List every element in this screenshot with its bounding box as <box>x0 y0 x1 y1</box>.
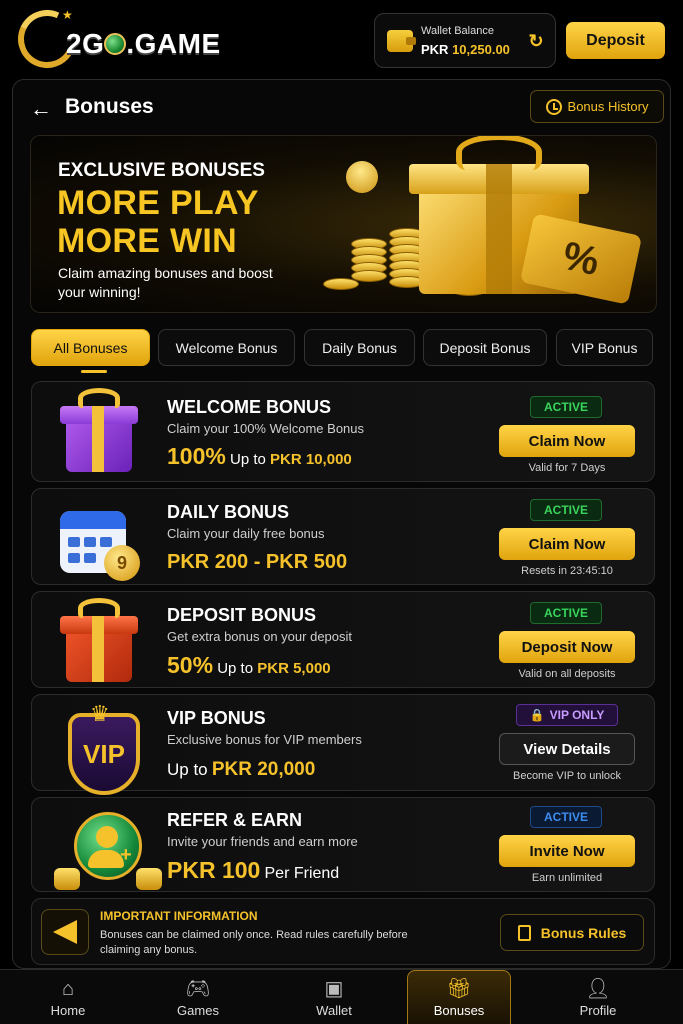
nav-profile[interactable]: 👤︎ Profile <box>548 970 648 1024</box>
megaphone-icon <box>41 909 89 955</box>
card-description: Exclusive bonus for VIP members <box>167 732 362 747</box>
ball-icon <box>104 33 127 55</box>
bonus-tabs: All Bonuses Welcome Bonus Daily Bonus De… <box>31 329 656 366</box>
nav-home[interactable]: ⌂ Home <box>18 970 118 1024</box>
back-arrow-icon[interactable]: ← <box>30 96 52 122</box>
nav-bonuses[interactable]: 🎁︎ Bonuses <box>407 970 511 1024</box>
coin-icon: 9 <box>104 545 140 581</box>
wallet-icon <box>387 30 416 52</box>
vip-shield-icon: VIP ♛ <box>52 701 142 795</box>
status-badge: ACTIVE <box>530 806 602 828</box>
gift-bow-icon <box>456 136 542 170</box>
home-icon: ⌂ <box>61 977 75 1000</box>
important-info-box: IMPORTANT INFORMATION Bonuses can be cla… <box>31 898 655 965</box>
claim-now-button[interactable]: Claim Now <box>499 528 635 560</box>
nav-wallet[interactable]: ▣ Wallet <box>284 970 384 1024</box>
card-title: DAILY BONUS <box>167 502 290 522</box>
info-title: IMPORTANT INFORMATION <box>100 909 258 923</box>
vip-only-badge: 🔒 VIP ONLY <box>516 704 618 726</box>
invite-now-button[interactable]: Invite Now <box>499 835 635 867</box>
document-icon <box>517 924 531 941</box>
logo-text: 2G .GAME <box>66 28 221 59</box>
gift-ribbon <box>486 164 512 294</box>
bonus-rules-button[interactable]: Bonus Rules <box>500 914 644 951</box>
banner-headline: MORE PLAY MORE WIN <box>57 184 259 260</box>
view-details-button[interactable]: View Details <box>499 733 635 765</box>
card-amount: 50% Up to PKR 5,000 <box>167 652 331 678</box>
card-amount: PKR 100 Per Friend <box>167 857 340 883</box>
card-title: VIP BONUS <box>167 708 266 728</box>
purple-gift-icon <box>52 388 142 476</box>
crown-icon: ♛ <box>90 701 110 726</box>
card-title: REFER & EARN <box>167 810 303 830</box>
card-description: Claim your 100% Welcome Bonus <box>167 421 365 436</box>
daily-bonus-card: 9 DAILY BONUS Claim your daily free bonu… <box>31 488 655 585</box>
tab-deposit-bonus[interactable]: Deposit Bonus <box>423 329 547 366</box>
card-note: Become VIP to unlock <box>512 770 622 782</box>
promo-banner: EXCLUSIVE BONUSES MORE PLAY MORE WIN Cla… <box>30 135 657 313</box>
info-text: Bonuses can be claimed only once. Read r… <box>100 929 408 956</box>
status-badge: ACTIVE <box>530 499 602 521</box>
logo[interactable]: ★ 2G .GAME <box>9 1 238 77</box>
claim-now-button[interactable]: Claim Now <box>499 425 635 457</box>
banner-subtitle: Claim amazing bonuses and boost your win… <box>58 265 273 300</box>
card-title: WELCOME BONUS <box>167 397 331 417</box>
bonus-history-button[interactable]: Bonus History <box>530 90 664 123</box>
tab-daily-bonus[interactable]: Daily Bonus <box>304 329 415 366</box>
tab-welcome-bonus[interactable]: Welcome Bonus <box>158 329 295 366</box>
card-description: Invite your friends and earn more <box>167 834 358 849</box>
card-amount: PKR 200 - PKR 500 <box>167 551 348 573</box>
coin-icon <box>341 156 383 198</box>
card-amount: 100% Up to PKR 10,000 <box>167 443 352 469</box>
red-gift-icon <box>52 598 142 686</box>
wallet-icon: ▣ <box>324 977 344 1000</box>
header: ★ 2G .GAME Wallet Balance PKR 10,250.00 ↻… <box>0 0 683 78</box>
bonus-rules-label: Bonus Rules <box>540 924 627 941</box>
page-title: Bonuses <box>65 95 154 118</box>
card-title: DEPOSIT BONUS <box>167 605 317 625</box>
banner-kicker: EXCLUSIVE BONUSES <box>58 160 265 181</box>
vip-bonus-card: VIP ♛ VIP BONUS Exclusive bonus for VIP … <box>31 694 655 795</box>
nav-games[interactable]: 🎮︎ Games <box>148 970 248 1024</box>
status-badge: ACTIVE <box>530 396 602 418</box>
gift-icon: 🎁︎ <box>446 977 472 1000</box>
refer-friend-icon: + <box>52 806 162 892</box>
card-note: Valid for 7 Days <box>528 462 606 474</box>
calendar-icon: 9 <box>52 497 142 583</box>
tab-all-bonuses[interactable]: All Bonuses <box>31 329 150 366</box>
status-badge: ACTIVE <box>530 602 602 624</box>
card-description: Get extra bonus on your deposit <box>167 629 353 644</box>
history-icon <box>545 98 562 115</box>
bottom-nav: ⌂ Home 🎮︎ Games ▣ Wallet 🎁︎ Bonuses 👤︎ P… <box>0 969 683 1024</box>
star-icon: ★ <box>62 8 73 22</box>
wallet-label: Wallet Balance <box>421 25 494 37</box>
deposit-now-button[interactable]: Deposit Now <box>499 631 635 663</box>
profile-icon: 👤︎ <box>585 977 611 1000</box>
lock-icon: 🔒 <box>529 708 545 722</box>
active-tab-indicator <box>81 370 107 373</box>
card-note: Resets in 23:45:10 <box>521 565 613 577</box>
tab-vip-bonus[interactable]: VIP Bonus <box>556 329 653 366</box>
wallet-balance[interactable]: Wallet Balance PKR 10,250.00 ↻ <box>374 13 556 68</box>
welcome-bonus-card: WELCOME BONUS Claim your 100% Welcome Bo… <box>31 381 655 482</box>
card-note: Earn unlimited <box>531 872 603 884</box>
deposit-bonus-card: DEPOSIT BONUS Get extra bonus on your de… <box>31 591 655 688</box>
deposit-button[interactable]: Deposit <box>566 22 665 59</box>
card-description: Claim your daily free bonus <box>167 526 325 541</box>
bonus-history-label: Bonus History <box>567 99 649 114</box>
refer-earn-card: + REFER & EARN Invite your friends and e… <box>31 797 655 892</box>
card-amount: Up to PKR 20,000 <box>167 759 316 780</box>
gamepad-icon: 🎮︎ <box>185 977 211 1000</box>
card-note: Valid on all deposits <box>518 668 616 680</box>
refresh-icon[interactable]: ↻ <box>526 31 546 51</box>
wallet-value: PKR 10,250.00 <box>421 42 510 57</box>
